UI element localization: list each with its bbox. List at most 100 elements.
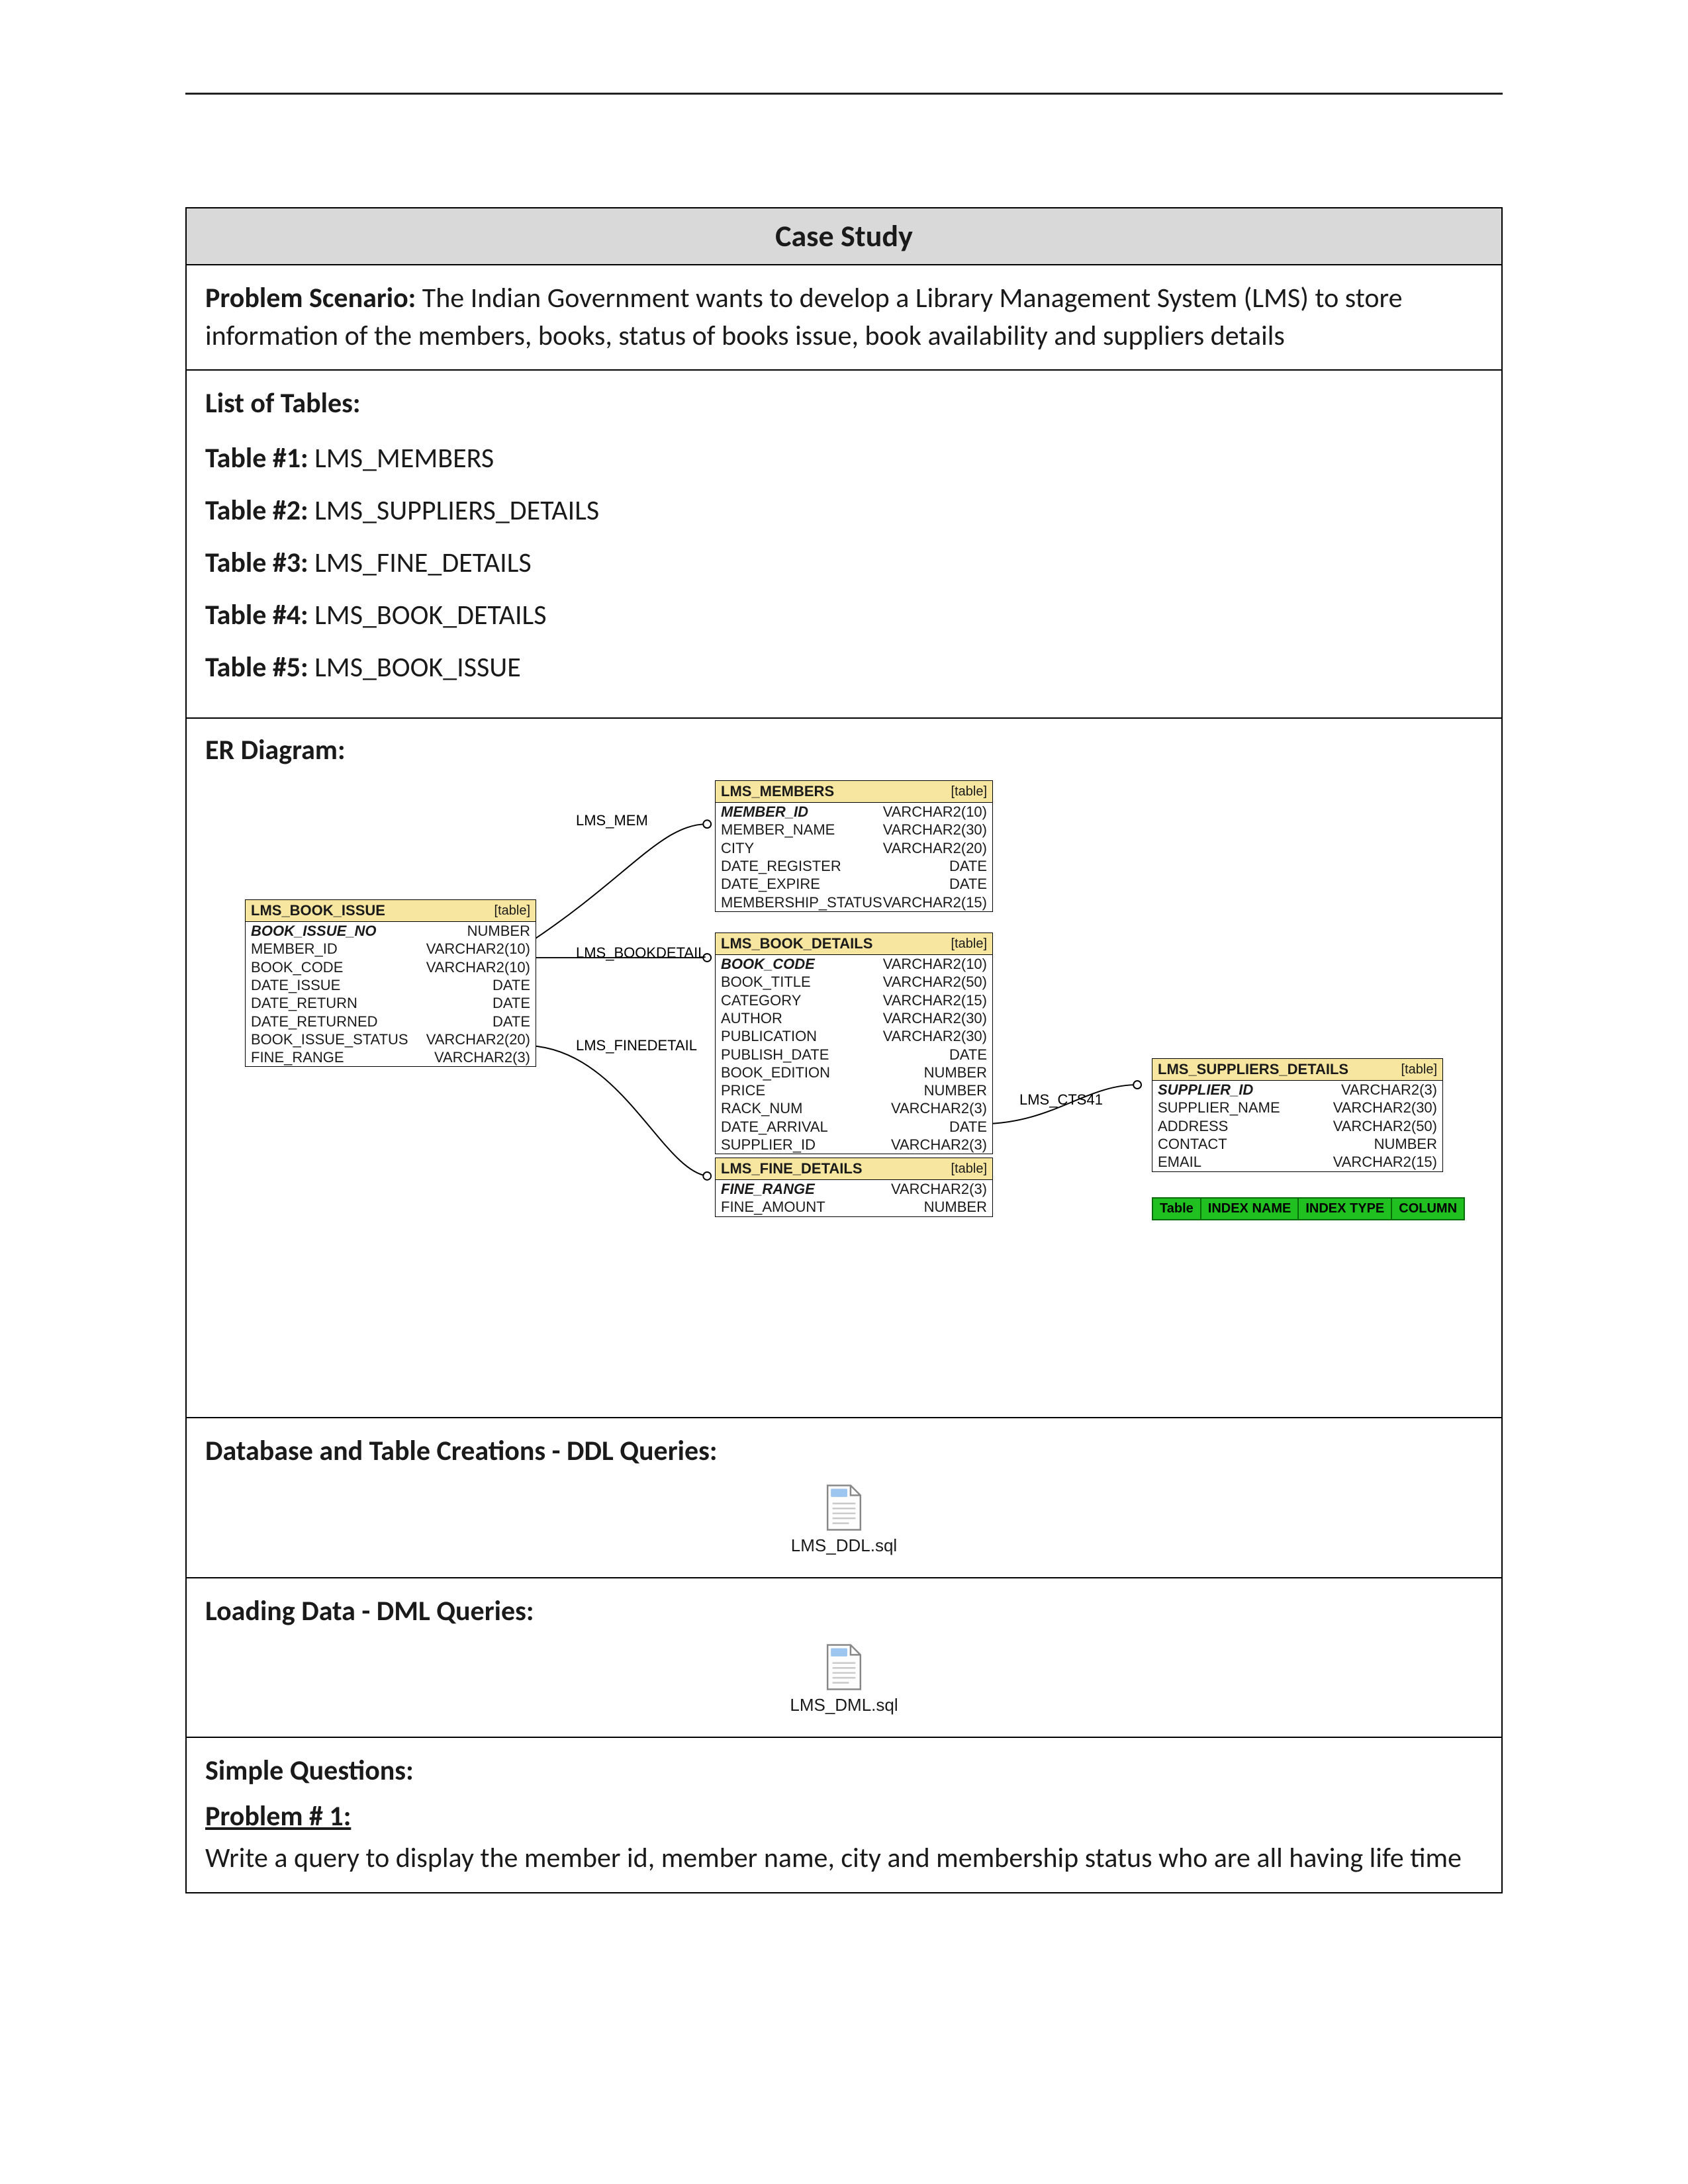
er-diagram: LMS_MEM LMS_BOOKDETAIL LMS_FINEDETAIL LM… xyxy=(205,774,1483,1402)
column-type: VARCHAR2(30) xyxy=(883,1028,987,1044)
legend-item: Table xyxy=(1153,1199,1201,1219)
column-name: PUBLICATION xyxy=(721,1028,883,1044)
column-name: RACK_NUM xyxy=(721,1100,891,1116)
document-icon xyxy=(824,1484,864,1531)
problem-scenario-section: Problem Scenario: The Indian Government … xyxy=(187,265,1501,371)
column-type: DATE xyxy=(492,977,530,993)
column-name: FINE_AMOUNT xyxy=(721,1199,924,1215)
column-name: MEMBER_ID xyxy=(251,940,426,957)
column-type: DATE xyxy=(492,1013,530,1030)
column-type: DATE xyxy=(492,995,530,1011)
table-name: LMS_SUPPLIERS_DETAILS xyxy=(314,494,599,527)
column-name: DATE_ARRIVAL xyxy=(721,1118,949,1135)
column-name: PUBLISH_DATE xyxy=(721,1046,949,1063)
entity-column: PRICENUMBER xyxy=(716,1081,992,1099)
ddl-section: Database and Table Creations - DDL Queri… xyxy=(187,1418,1501,1578)
table-label: Table #4: xyxy=(205,598,308,632)
column-type: NUMBER xyxy=(924,1064,987,1081)
column-name: ADDRESS xyxy=(1158,1118,1333,1134)
entity-column: BOOK_CODEVARCHAR2(10) xyxy=(246,958,536,976)
file-attachment[interactable]: LMS_DML.sql xyxy=(205,1643,1483,1715)
problem-1-text: Write a query to display the member id, … xyxy=(205,1840,1483,1878)
entity-column: CATEGORYVARCHAR2(15) xyxy=(716,991,992,1009)
table-row: Table #1: LMS_MEMBERS xyxy=(205,441,1483,475)
entity-column: ADDRESSVARCHAR2(50) xyxy=(1152,1117,1442,1135)
column-type: DATE xyxy=(949,1046,987,1063)
entity-column: DATE_ISSUEDATE xyxy=(246,976,536,994)
entity-column: SUPPLIER_IDVARCHAR2(3) xyxy=(1152,1081,1442,1099)
entity-name: LMS_BOOK_DETAILS xyxy=(721,935,951,952)
relation-label: LMS_CTS41 xyxy=(1019,1091,1103,1109)
column-name: DATE_EXPIRE xyxy=(721,876,949,892)
column-type: VARCHAR2(15) xyxy=(883,992,987,1009)
entity-type: [table] xyxy=(951,1161,987,1177)
entity-column: AUTHORVARCHAR2(30) xyxy=(716,1009,992,1027)
relation-label: LMS_MEM xyxy=(576,812,648,829)
entity-rows: BOOK_CODEVARCHAR2(10)BOOK_TITLEVARCHAR2(… xyxy=(716,955,992,1154)
entity-column: CONTACTNUMBER xyxy=(1152,1135,1442,1153)
entity-column: DATE_RETURNDATE xyxy=(246,994,536,1012)
entity-name: LMS_BOOK_ISSUE xyxy=(251,902,494,919)
entity-lms-fine-details: LMS_FINE_DETAILS [table] FINE_RANGEVARCH… xyxy=(715,1158,993,1217)
table-row: Table #5: LMS_BOOK_ISSUE xyxy=(205,651,1483,684)
column-type: VARCHAR2(3) xyxy=(434,1049,530,1066)
er-legend: Table INDEX NAME INDEX TYPE COLUMN xyxy=(1152,1197,1465,1220)
tables-heading: List of Tables: xyxy=(205,385,1483,423)
column-type: VARCHAR2(3) xyxy=(1341,1081,1437,1098)
case-study-container: Case Study Problem Scenario: The Indian … xyxy=(185,207,1503,1893)
column-name: SUPPLIER_NAME xyxy=(1158,1099,1333,1116)
entity-type: [table] xyxy=(1401,1062,1437,1077)
column-type: VARCHAR2(10) xyxy=(426,959,530,976)
column-name: BOOK_CODE xyxy=(251,959,426,976)
file-attachment[interactable]: LMS_DDL.sql xyxy=(205,1484,1483,1556)
entity-column: RACK_NUMVARCHAR2(3) xyxy=(716,1099,992,1117)
column-name: EMAIL xyxy=(1158,1154,1333,1170)
column-name: DATE_REGISTER xyxy=(721,858,949,874)
column-name: BOOK_CODE xyxy=(721,956,883,972)
column-name: FINE_RANGE xyxy=(251,1049,434,1066)
legend-item: INDEX NAME xyxy=(1201,1199,1299,1219)
column-name: DATE_RETURNED xyxy=(251,1013,492,1030)
entity-name: LMS_FINE_DETAILS xyxy=(721,1160,951,1177)
entity-column: SUPPLIER_NAMEVARCHAR2(30) xyxy=(1152,1099,1442,1116)
entity-rows: MEMBER_IDVARCHAR2(10)MEMBER_NAMEVARCHAR2… xyxy=(716,803,992,911)
entity-column: CITYVARCHAR2(20) xyxy=(716,839,992,857)
entity-rows: FINE_RANGEVARCHAR2(3)FINE_AMOUNTNUMBER xyxy=(716,1180,992,1216)
file-name: LMS_DML.sql xyxy=(205,1695,1483,1715)
column-type: NUMBER xyxy=(467,923,530,939)
entity-lms-members: LMS_MEMBERS [table] MEMBER_IDVARCHAR2(10… xyxy=(715,780,993,912)
column-type: VARCHAR2(30) xyxy=(883,821,987,838)
column-type: VARCHAR2(3) xyxy=(891,1136,987,1153)
table-label: Table #3: xyxy=(205,546,308,580)
column-type: NUMBER xyxy=(924,1199,987,1215)
column-type: VARCHAR2(20) xyxy=(883,840,987,856)
entity-type: [table] xyxy=(494,903,530,919)
table-label: Table #1: xyxy=(205,441,308,475)
page: Case Study Problem Scenario: The Indian … xyxy=(0,0,1688,2184)
column-type: DATE xyxy=(949,858,987,874)
scenario-label: Problem Scenario: xyxy=(205,281,416,315)
entity-column: DATE_EXPIREDATE xyxy=(716,875,992,893)
column-name: MEMBER_NAME xyxy=(721,821,883,838)
entity-column: MEMBER_IDVARCHAR2(10) xyxy=(716,803,992,821)
column-type: VARCHAR2(30) xyxy=(1333,1099,1437,1116)
entity-column: FINE_AMOUNTNUMBER xyxy=(716,1198,992,1216)
entity-column: DATE_REGISTERDATE xyxy=(716,857,992,875)
column-name: SUPPLIER_ID xyxy=(1158,1081,1341,1098)
column-type: DATE xyxy=(949,1118,987,1135)
er-diagram-section: ER Diagram: xyxy=(187,719,1501,1418)
entity-column: DATE_ARRIVALDATE xyxy=(716,1118,992,1136)
column-type: VARCHAR2(15) xyxy=(883,894,987,911)
dml-section: Loading Data - DML Queries: LMS_DML.sql xyxy=(187,1578,1501,1739)
dml-heading: Loading Data - DML Queries: xyxy=(205,1593,1483,1631)
column-name: BOOK_ISSUE_NO xyxy=(251,923,467,939)
entity-name: LMS_SUPPLIERS_DETAILS xyxy=(1158,1061,1401,1078)
column-name: BOOK_ISSUE_STATUS xyxy=(251,1031,426,1048)
table-name: LMS_FINE_DETAILS xyxy=(314,546,532,580)
table-label: Table #2: xyxy=(205,494,308,527)
entity-column: DATE_RETURNEDDATE xyxy=(246,1013,536,1030)
er-heading: ER Diagram: xyxy=(205,733,1483,767)
simple-questions-section: Simple Questions: Problem # 1: Write a q… xyxy=(187,1738,1501,1891)
entity-column: BOOK_CODEVARCHAR2(10) xyxy=(716,955,992,973)
column-name: CATEGORY xyxy=(721,992,883,1009)
